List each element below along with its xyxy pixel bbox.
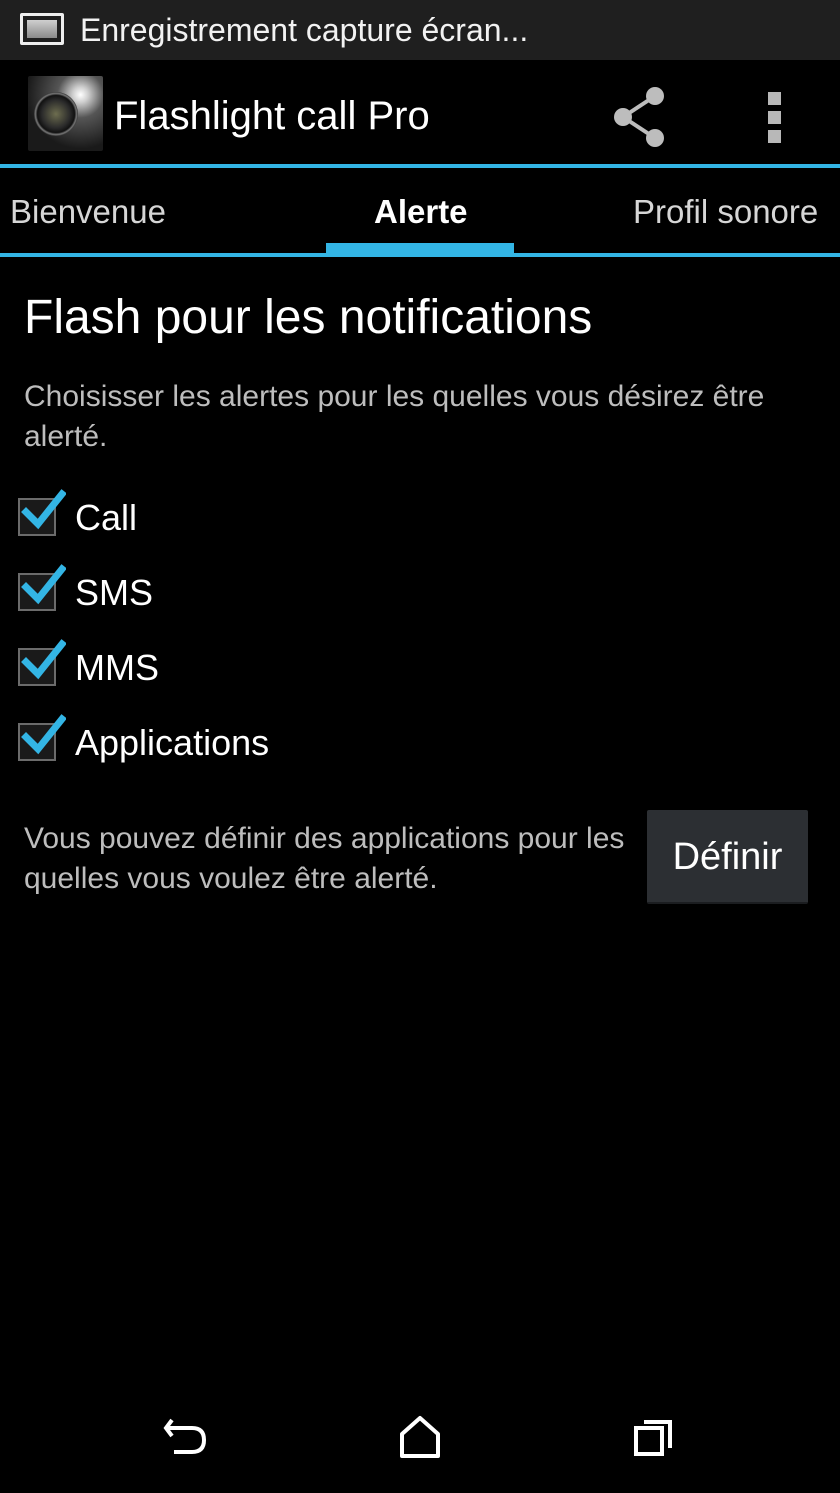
checkmark-icon [21, 564, 66, 605]
navigation-bar [0, 1380, 840, 1493]
checkbox-mms[interactable]: MMS [18, 638, 518, 698]
back-icon[interactable] [158, 1410, 214, 1466]
recents-icon[interactable] [626, 1410, 682, 1466]
checkbox-applications[interactable]: Applications [18, 713, 518, 773]
define-apps-description: Vous pouvez définir des applications pou… [24, 822, 625, 895]
overflow-menu-icon[interactable] [750, 82, 800, 152]
action-bar: Flashlight call Pro [0, 60, 840, 164]
flashlight-app-icon[interactable] [28, 76, 103, 151]
share-icon[interactable] [605, 82, 675, 152]
tab-profil-sonore[interactable]: Profil sonore [633, 192, 818, 232]
tab-bar: Bienvenue Alerte Profil sonore [0, 168, 840, 254]
alerts-description: Choisisser les alertes pour les quelles … [24, 380, 765, 453]
checkmark-icon [21, 489, 66, 530]
status-bar: Enregistrement capture écran... [0, 0, 840, 60]
checkbox-call[interactable]: Call [18, 488, 518, 548]
screenshot-notification-icon [20, 13, 64, 45]
tab-bar-underline [0, 253, 840, 257]
checkbox-label: Call [75, 497, 138, 538]
tab-bienvenue[interactable]: Bienvenue [10, 192, 166, 232]
define-button[interactable]: Définir [647, 810, 808, 904]
checkbox-label: SMS [75, 572, 154, 613]
checkmark-icon [21, 714, 66, 755]
page-title: Flash pour les notifications [24, 291, 593, 344]
checkbox-sms[interactable]: SMS [18, 563, 518, 623]
checkbox-label: MMS [75, 647, 159, 688]
checkbox-label: Applications [75, 722, 270, 763]
home-icon[interactable] [392, 1410, 448, 1466]
status-notification-text: Enregistrement capture écran... [80, 12, 529, 48]
tab-alerte[interactable]: Alerte [374, 192, 468, 232]
active-tab-indicator [326, 243, 514, 253]
app-title: Flashlight call Pro [114, 94, 430, 138]
checkmark-icon [21, 639, 66, 680]
